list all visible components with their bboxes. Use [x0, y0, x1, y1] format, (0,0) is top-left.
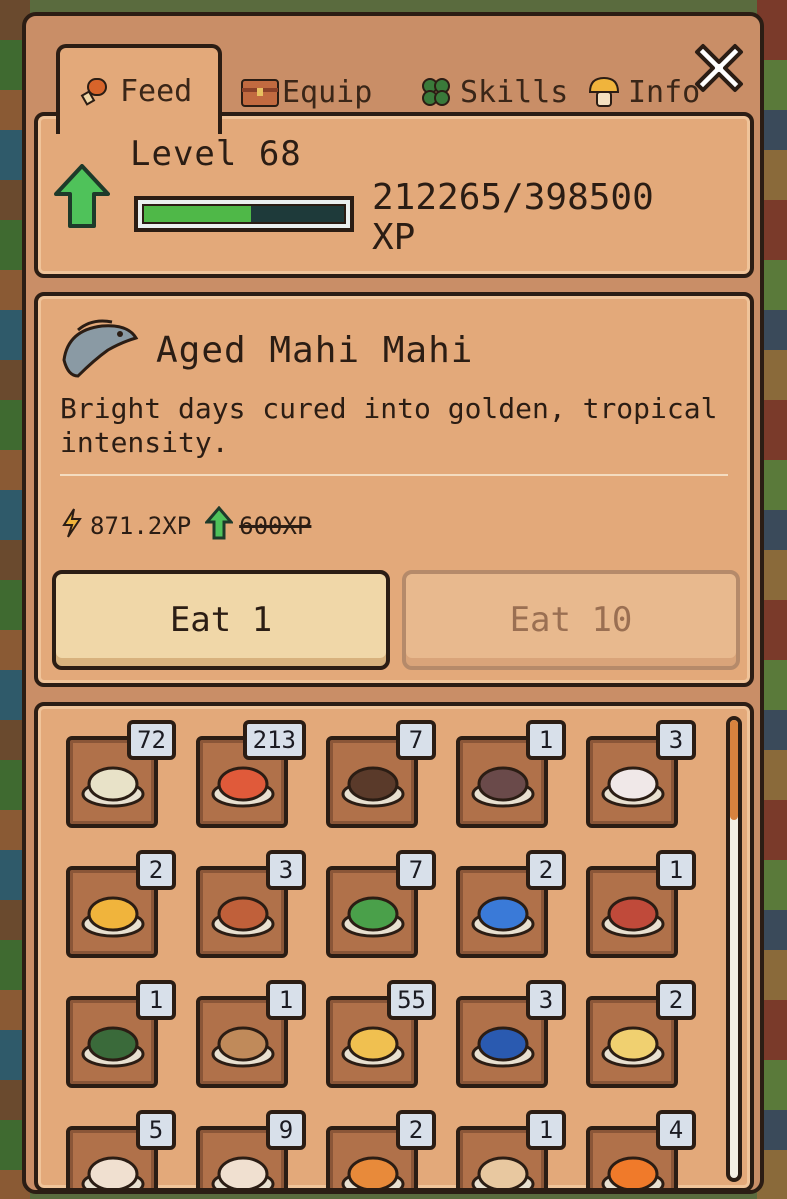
inventory-slot[interactable]: 2 — [586, 980, 696, 1088]
inventory-slot[interactable]: 1 — [196, 980, 306, 1088]
item-xp-stats: 871.2XP 600XP — [60, 505, 312, 546]
pizza-icon — [80, 884, 146, 940]
salad-icon — [340, 884, 406, 940]
eat-10-button[interactable]: Eat 10 — [402, 570, 740, 670]
item-count-badge: 3 — [266, 850, 306, 890]
divider — [60, 474, 728, 476]
item-count-badge: 9 — [266, 1110, 306, 1150]
xp-unit: XP — [372, 217, 416, 258]
bottle-icon — [80, 1144, 146, 1188]
level-up-arrow-icon — [54, 164, 110, 232]
item-count-badge: 7 — [396, 850, 436, 890]
inventory-slot[interactable]: 9 — [196, 1110, 306, 1188]
item-detail-card: Aged Mahi Mahi Bright days cured into go… — [34, 292, 754, 687]
soup-bowl-icon — [470, 754, 536, 810]
boosted-xp: 871.2XP — [90, 512, 192, 540]
meat-plate-icon — [210, 1014, 276, 1070]
base-xp: 600XP — [239, 512, 312, 540]
xp-progress-bar — [134, 196, 354, 232]
inventory-slot[interactable]: 1 — [586, 850, 696, 958]
item-count-badge: 2 — [136, 850, 176, 890]
item-count-badge: 2 — [526, 850, 566, 890]
inventory-slot[interactable]: 5 — [66, 1110, 176, 1188]
pizza-slice-icon — [210, 754, 276, 810]
mushroom-icon — [586, 74, 622, 110]
inventory-slot[interactable]: 7 — [326, 850, 436, 958]
item-description: Bright days cured into golden, tropical … — [60, 392, 718, 459]
cheese-icon — [340, 1014, 406, 1070]
fish-board-icon — [600, 884, 666, 940]
close-icon — [695, 44, 743, 92]
chest-icon — [240, 74, 279, 110]
lightning-icon — [60, 507, 84, 545]
item-count-badge: 55 — [387, 980, 436, 1020]
item-count-badge: 1 — [526, 720, 566, 760]
xp-values: 212265/398500 XP — [372, 178, 654, 258]
inventory-slot[interactable]: 3 — [196, 850, 306, 958]
clover-icon — [418, 74, 454, 110]
inventory-slot[interactable]: 3 — [456, 980, 566, 1088]
inventory-slot[interactable]: 2 — [456, 850, 566, 958]
inventory-slot[interactable]: 1 — [66, 980, 176, 1088]
scrollbar[interactable] — [726, 716, 742, 1182]
fish-plate-icon — [470, 884, 536, 940]
item-count-badge: 1 — [136, 980, 176, 1020]
stew-bowl-icon — [340, 754, 406, 810]
level-label: Level 68 — [130, 134, 302, 174]
item-count-badge: 72 — [127, 720, 176, 760]
inventory-slot[interactable]: 72 — [66, 720, 176, 828]
item-count-badge: 1 — [526, 1110, 566, 1150]
green-soup-icon — [80, 1014, 146, 1070]
item-name: Aged Mahi Mahi — [156, 330, 474, 371]
jam-jar-icon — [470, 1014, 536, 1070]
level-card: Level 68 212265/398500 XP — [34, 112, 754, 278]
bottle-icon — [210, 1144, 276, 1188]
tab-feed[interactable]: Feed — [56, 44, 222, 134]
level-up-arrow-small-icon — [203, 505, 235, 546]
eat-1-button[interactable]: Eat 1 — [52, 570, 390, 670]
item-count-badge: 213 — [242, 720, 306, 760]
scrollbar-thumb[interactable] — [730, 720, 738, 820]
item-count-badge: 1 — [266, 980, 306, 1020]
item-count-badge: 7 — [396, 720, 436, 760]
meat-pie-icon — [210, 884, 276, 940]
xp-progress-fill — [144, 206, 251, 222]
item-count-badge: 2 — [656, 980, 696, 1020]
fries-icon — [340, 1144, 406, 1188]
item-count-badge: 3 — [526, 980, 566, 1020]
drumstick-icon — [78, 73, 114, 109]
item-count-badge: 2 — [396, 1110, 436, 1150]
inventory-grid: 72 213 7 1 3 2 3 7 2 1 1 1 55 3 2 5 9 2 1 4 — [34, 702, 754, 1192]
inventory-slot[interactable]: 1 — [456, 720, 566, 828]
item-count-badge: 3 — [656, 720, 696, 760]
mashed-potato-icon — [80, 754, 146, 810]
xp-count: 212265/398500 — [372, 177, 654, 218]
inventory-slot[interactable]: 1 — [456, 1110, 566, 1188]
inventory-slot[interactable]: 2 — [326, 1110, 436, 1188]
orange-drink-icon — [600, 1144, 666, 1188]
inventory-slot[interactable]: 7 — [326, 720, 436, 828]
close-button[interactable] — [687, 36, 751, 100]
item-count-badge: 5 — [136, 1110, 176, 1150]
inventory-slot[interactable]: 55 — [326, 980, 436, 1088]
inventory-slot[interactable]: 4 — [586, 1110, 696, 1188]
pet-panel: Feed Equip Skills Info Level 68 212265/3… — [22, 12, 764, 1194]
inventory-slot[interactable]: 2 — [66, 850, 176, 958]
mahi-mahi-fish-icon — [58, 310, 142, 388]
inventory-slot[interactable]: 3 — [586, 720, 696, 828]
potion-icon — [470, 1144, 536, 1188]
item-count-badge: 1 — [656, 850, 696, 890]
ham-bowl-icon — [600, 754, 666, 810]
cake-icon — [600, 1014, 666, 1070]
inventory-slot[interactable]: 213 — [196, 720, 306, 828]
item-count-badge: 4 — [656, 1110, 696, 1150]
